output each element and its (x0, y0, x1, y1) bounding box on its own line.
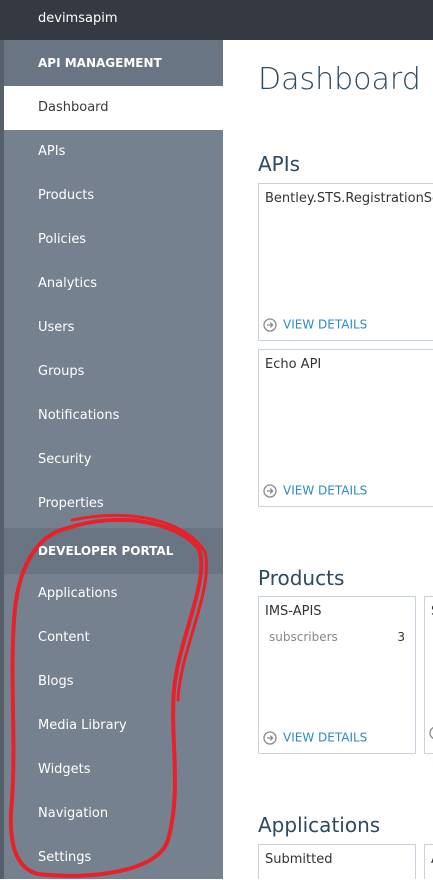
sidebar-item-security[interactable]: Security (4, 438, 223, 482)
sidebar-item-groups[interactable]: Groups (4, 350, 223, 394)
sidebar-item-blogs[interactable]: Blogs (4, 660, 223, 704)
api-tile: Bentley.STS.RegistrationSe VIEW DETAILS (258, 183, 433, 341)
sidebar-item-widgets[interactable]: Widgets (4, 748, 223, 792)
main-content: Dashboard APIs Bentley.STS.RegistrationS… (223, 40, 433, 879)
sidebar-item-label: Applications (38, 586, 118, 601)
api-tile-name[interactable]: Echo API (265, 357, 321, 372)
application-tile-name[interactable]: Submitted (265, 852, 332, 867)
sidebar-item-label: Media Library (38, 718, 127, 733)
api-management-header-label: API MANAGEMENT (38, 56, 162, 70)
apis-section-title: APIs (258, 152, 301, 176)
sidebar-item-label: Notifications (38, 408, 120, 423)
sidebar-item-label: Content (38, 630, 90, 645)
developer-portal-header: DEVELOPER PORTAL (4, 528, 223, 574)
sidebar-item-navigation[interactable]: Navigation (4, 792, 223, 836)
applications-section-title: Applications (258, 813, 381, 837)
arrow-right-circle-icon (263, 483, 277, 498)
sidebar-item-label: Properties (38, 496, 104, 511)
sidebar-item-content[interactable]: Content (4, 616, 223, 660)
api-tile-name[interactable]: Bentley.STS.RegistrationSe (265, 191, 433, 206)
sidebar-item-properties[interactable]: Properties (4, 482, 223, 526)
developer-portal-header-label: DEVELOPER PORTAL (38, 544, 174, 558)
application-tile: Submitted (258, 844, 416, 879)
top-bar: devimsapim (0, 0, 433, 40)
sidebar-item-products[interactable]: Products (4, 174, 223, 218)
arrow-right-circle-icon (263, 317, 277, 332)
sidebar-item-label: Dashboard (38, 100, 109, 115)
service-name[interactable]: devimsapim (38, 11, 118, 26)
product-tile: S (424, 596, 433, 754)
api-management-header: API MANAGEMENT (4, 40, 223, 86)
page-title: Dashboard (258, 62, 421, 97)
sidebar-item-settings[interactable]: Settings (4, 836, 223, 880)
sidebar: API MANAGEMENT Dashboard APIs Products P… (4, 40, 223, 879)
product-tile: IMS-APIS subscribers 3 VIEW DETAILS (258, 596, 416, 754)
sidebar-item-users[interactable]: Users (4, 306, 223, 350)
view-details-link[interactable]: VIEW DETAILS (263, 317, 367, 333)
sidebar-item-label: Blogs (38, 674, 74, 689)
view-details-label: VIEW DETAILS (283, 730, 368, 745)
api-tile: Echo API VIEW DETAILS (258, 349, 433, 507)
sidebar-item-label: Navigation (38, 806, 109, 821)
application-tile: A (424, 844, 433, 879)
view-details-link[interactable]: VIEW DETAILS (263, 483, 367, 499)
view-details-label: VIEW DETAILS (283, 483, 368, 498)
sidebar-item-policies[interactable]: Policies (4, 218, 223, 262)
sidebar-item-label: Products (38, 188, 95, 203)
sidebar-item-label: Policies (38, 232, 87, 247)
subscribers-count: 3 (397, 630, 405, 644)
view-details-link[interactable]: VIEW DETAILS (263, 730, 367, 746)
subscribers-label: subscribers (269, 630, 338, 644)
sidebar-item-apis[interactable]: APIs (4, 130, 223, 174)
sidebar-item-applications[interactable]: Applications (4, 572, 223, 616)
products-section-title: Products (258, 566, 345, 590)
sidebar-item-label: Security (38, 452, 92, 467)
product-tile-name[interactable]: IMS-APIS (265, 604, 322, 619)
sidebar-item-media-library[interactable]: Media Library (4, 704, 223, 748)
sidebar-item-label: APIs (38, 144, 66, 159)
sidebar-item-analytics[interactable]: Analytics (4, 262, 223, 306)
sidebar-item-label: Analytics (38, 276, 98, 291)
sidebar-item-label: Users (38, 320, 75, 335)
arrow-right-circle-icon (263, 730, 277, 745)
arrow-right-circle-icon[interactable] (429, 725, 433, 744)
sidebar-item-label: Settings (38, 850, 92, 865)
sidebar-item-notifications[interactable]: Notifications (4, 394, 223, 438)
sidebar-item-label: Widgets (38, 762, 91, 777)
view-details-label: VIEW DETAILS (283, 317, 368, 332)
sidebar-item-label: Groups (38, 364, 85, 379)
sidebar-item-dashboard[interactable]: Dashboard (4, 86, 223, 130)
